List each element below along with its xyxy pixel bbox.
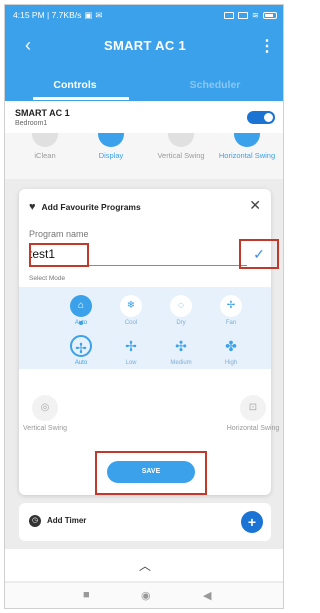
tab-scheduler[interactable]: Scheduler — [145, 75, 283, 97]
fan-speed-low[interactable]: ✢ Low — [111, 335, 151, 366]
iclean-icon — [32, 133, 58, 147]
mode-fan[interactable]: ✢ Fan — [211, 295, 251, 326]
device-room: Bedroom1 — [15, 120, 48, 127]
add-timer-button[interactable]: + — [241, 511, 263, 533]
favourite-program-card: ♥ Add Favourite Programs ✕ Program name … — [19, 189, 279, 495]
add-timer-label: Add Timer — [47, 516, 87, 525]
check-icon: ✓ — [253, 246, 265, 262]
fan-low-icon: ✢ — [125, 338, 137, 354]
battery-icon — [263, 11, 277, 19]
program-name-label: Program name — [29, 229, 89, 239]
vertical-swing-toggle[interactable]: ◎ Vertical Swing — [15, 395, 75, 432]
mode-dry[interactable]: ◌ Dry — [161, 295, 201, 326]
mode-cool[interactable]: ❄ Cool — [111, 295, 151, 326]
horizontal-swing-toggle[interactable]: ⊡ Horizontal Swing — [223, 395, 283, 432]
vertical-swing-icon: ◎ — [32, 395, 58, 421]
selected-dot — [79, 321, 83, 325]
tab-indicator — [33, 97, 129, 100]
save-button[interactable]: SAVE — [107, 461, 195, 483]
back-nav-icon[interactable]: ◀ — [203, 589, 211, 602]
fan-speed-medium[interactable]: ✣ Medium — [161, 335, 201, 366]
quick-mode-row: iClean Display Vertical Swing Horizontal… — [5, 133, 283, 179]
vertical-swing-icon — [168, 133, 194, 147]
vertical-swing-option[interactable]: Vertical Swing — [151, 133, 211, 160]
droplet-icon: ◌ — [170, 295, 192, 317]
horizontal-swing-icon — [234, 133, 260, 147]
fan-speed-high[interactable]: ✤ High — [211, 335, 251, 366]
fan-auto-icon: ✢ — [70, 335, 92, 357]
status-bar: 4:15 PM | 7.7KB/s ▣ ✉ ≋ — [5, 5, 283, 25]
horizontal-swing-icon: ⊡ — [240, 395, 266, 421]
bottom-sheet-handle[interactable]: ︿ — [5, 549, 283, 581]
notification-icon: ▣ — [84, 9, 93, 20]
system-nav-bar: ■ ◉ ◀ — [5, 583, 283, 608]
phone-screen: 4:15 PM | 7.7KB/s ▣ ✉ ≋ ‹ SMART AC 1 ⋮ C… — [4, 4, 284, 609]
recent-apps-icon[interactable]: ■ — [83, 589, 90, 601]
snowflake-icon: ❄ — [120, 295, 142, 317]
select-mode-label: Select Mode — [29, 275, 66, 282]
display-option[interactable]: Display — [81, 133, 141, 160]
iclean-option[interactable]: iClean — [15, 133, 75, 160]
wifi-icon: ≋ — [251, 9, 259, 20]
app-header: 4:15 PM | 7.7KB/s ▣ ✉ ≋ ‹ SMART AC 1 ⋮ C… — [5, 5, 283, 101]
mode-panel: ⌂ Auto ❄ Cool ◌ Dry ✢ Fan ✢ Auto ✢ — [19, 287, 271, 369]
auto-mode-icon: ⌂ — [70, 295, 92, 317]
display-icon — [98, 133, 124, 147]
status-time: 4:15 PM | 7.7KB/s — [13, 10, 82, 20]
device-row: SMART AC 1 Bedroom1 — [5, 101, 283, 133]
mail-icon: ✉ — [95, 9, 103, 20]
signal-icon — [223, 11, 234, 19]
page-title: SMART AC 1 — [104, 38, 186, 53]
input-highlight — [29, 243, 89, 267]
device-name: SMART AC 1 — [15, 108, 70, 118]
more-options-icon[interactable]: ⋮ — [259, 36, 275, 56]
chevron-up-icon: ︿ — [138, 559, 151, 573]
horizontal-swing-option[interactable]: Horizontal Swing — [217, 133, 277, 160]
clock-icon: ◷ — [29, 515, 41, 527]
tab-controls[interactable]: Controls — [5, 75, 145, 97]
fan-speed-auto[interactable]: ✢ Auto — [61, 335, 101, 366]
fan-icon: ✢ — [220, 295, 242, 317]
power-toggle[interactable] — [247, 111, 275, 124]
signal-2-icon — [237, 11, 248, 19]
confirm-check-button[interactable]: ✓ — [239, 239, 279, 269]
tab-bar: Controls Scheduler — [5, 75, 283, 97]
fan-medium-icon: ✣ — [175, 338, 187, 354]
heart-icon: ♥ — [29, 201, 36, 213]
fan-high-icon: ✤ — [225, 338, 237, 354]
add-timer-card[interactable]: ◷ Add Timer + — [19, 503, 271, 541]
close-icon[interactable]: ✕ — [249, 197, 261, 214]
home-icon[interactable]: ◉ — [141, 589, 151, 602]
card-title: Add Favourite Programs — [41, 202, 141, 212]
